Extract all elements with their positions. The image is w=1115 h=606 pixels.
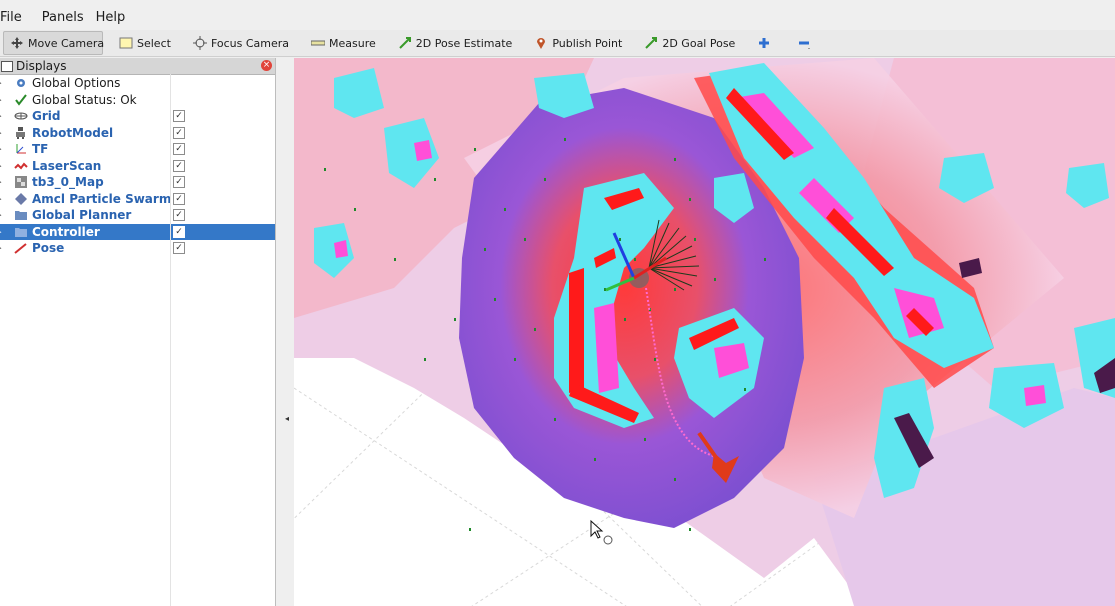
display-item-map[interactable]: ▸ tb3_0_Map ✓: [0, 174, 275, 191]
green-arrow-icon: [644, 36, 658, 50]
display-label: Global Planner: [32, 208, 132, 223]
expand-arrow-icon[interactable]: ▸: [0, 244, 6, 252]
expand-arrow-icon[interactable]: ▸: [0, 129, 6, 137]
tool-bar: Move Camera Select Focus Camera Measure …: [0, 30, 1115, 57]
display-item-global-planner[interactable]: ▸ Global Planner ✓: [0, 207, 275, 224]
display-checkbox[interactable]: ✓: [173, 192, 185, 205]
display-checkbox[interactable]: ✓: [173, 159, 185, 172]
axes-icon: [14, 143, 28, 155]
panel-splitter[interactable]: ◂: [276, 58, 294, 606]
display-checkbox[interactable]: ✓: [173, 143, 185, 155]
map-pin-icon: [534, 36, 548, 50]
expand-arrow-icon[interactable]: ▸: [0, 178, 6, 186]
display-label: RobotModel: [32, 125, 114, 140]
menu-panels[interactable]: Panels: [42, 10, 92, 25]
mouse-cursor-icon: [590, 519, 604, 539]
expand-arrow-icon[interactable]: ▸: [0, 211, 6, 219]
display-item-global-options[interactable]: ▸ Global Options: [0, 75, 275, 92]
robot-icon: [14, 126, 28, 139]
select-label: Select: [137, 36, 171, 50]
displays-tree: ▸ Global Options ▸ Global Status: Ok ▸ G…: [0, 75, 275, 257]
displays-panel: Displays × ▸ Global Options ▸ Global Sta…: [0, 58, 276, 606]
display-label: Amcl Particle Swarm: [32, 191, 172, 206]
goal-pose-label: 2D Goal Pose: [662, 36, 736, 50]
diamond-icon: [14, 192, 28, 205]
display-item-grid[interactable]: ▸ Grid ✓: [0, 108, 275, 125]
green-arrow-icon: [398, 36, 412, 50]
ruler-icon: [310, 36, 326, 50]
move-camera-button[interactable]: Move Camera: [3, 31, 105, 55]
select-icon: [119, 36, 133, 50]
close-icon[interactable]: ×: [261, 60, 272, 71]
display-item-robotmodel[interactable]: ▸ RobotModel ✓: [0, 125, 275, 142]
remove-tool-button[interactable]: [791, 32, 821, 54]
display-item-amcl-particle-swarm[interactable]: ▸ Amcl Particle Swarm ✓: [0, 191, 275, 208]
pose-arrow-icon: [14, 242, 28, 255]
display-label: Grid: [32, 109, 61, 124]
display-label: Controller: [32, 224, 100, 239]
pose-estimate-label: 2D Pose Estimate: [415, 36, 513, 50]
display-checkbox[interactable]: ✓: [173, 110, 185, 122]
plus-icon: [757, 36, 771, 50]
select-button[interactable]: Select: [113, 32, 177, 54]
add-tool-button[interactable]: [751, 32, 781, 54]
display-label: Global Options: [32, 76, 121, 91]
display-item-global-status[interactable]: ▸ Global Status: Ok: [0, 92, 275, 109]
move-camera-icon: [10, 36, 24, 50]
expand-arrow-icon[interactable]: ▸: [0, 96, 6, 104]
goal-pose-button[interactable]: 2D Goal Pose: [638, 32, 741, 54]
display-checkbox[interactable]: ✓: [173, 126, 185, 139]
monitor-icon: [1, 60, 13, 72]
expand-arrow-icon[interactable]: ▸: [0, 79, 6, 87]
gear-icon: [14, 77, 28, 89]
focus-camera-label: Focus Camera: [210, 36, 290, 50]
folder-icon: [14, 226, 28, 238]
expand-arrow-icon[interactable]: ▸: [0, 145, 6, 153]
display-label: LaserScan: [32, 158, 102, 173]
pose-estimate-button[interactable]: 2D Pose Estimate: [392, 32, 519, 54]
render-view[interactable]: [294, 58, 1115, 606]
costmap-canvas[interactable]: [294, 58, 1115, 606]
display-label: tb3_0_Map: [32, 175, 104, 190]
minus-icon: [797, 36, 811, 50]
menu-file[interactable]: File: [0, 10, 30, 25]
map-icon: [14, 176, 28, 189]
display-item-laserscan[interactable]: ▸ LaserScan ✓: [0, 158, 275, 175]
display-checkbox[interactable]: ✓: [173, 209, 185, 221]
display-item-tf[interactable]: ▸ TF ✓: [0, 141, 275, 158]
display-label: Pose: [32, 241, 65, 256]
displays-title: Displays: [16, 59, 67, 73]
folder-icon: [14, 209, 28, 221]
laser-icon: [14, 160, 28, 172]
measure-label: Measure: [329, 36, 376, 50]
expand-arrow-icon[interactable]: ▸: [0, 112, 6, 120]
menu-help[interactable]: Help: [96, 10, 134, 25]
menu-bar: File Panels Help: [0, 6, 1115, 28]
publish-point-label: Publish Point: [552, 36, 623, 50]
expand-arrow-icon[interactable]: ▸: [0, 195, 6, 203]
display-item-controller[interactable]: ▸ Controller ✓: [0, 223, 275, 240]
column-divider: [170, 74, 171, 606]
move-camera-label: Move Camera: [28, 36, 105, 50]
focus-point-icon: [603, 535, 613, 545]
displays-panel-header: Displays ×: [0, 58, 275, 75]
expand-arrow-icon[interactable]: ▸: [0, 162, 6, 170]
grid-icon: [14, 110, 28, 122]
display-item-pose[interactable]: ▸ Pose ✓: [0, 240, 275, 257]
display-checkbox[interactable]: ✓: [173, 225, 185, 238]
display-checkbox[interactable]: ✓: [173, 176, 185, 188]
measure-button[interactable]: Measure: [305, 32, 382, 54]
display-label: TF: [32, 142, 49, 157]
focus-camera-icon: [192, 36, 207, 50]
check-icon: [14, 94, 28, 106]
publish-point-button[interactable]: Publish Point: [528, 32, 628, 54]
expand-arrow-icon[interactable]: ▸: [0, 228, 6, 236]
display-checkbox[interactable]: ✓: [173, 242, 185, 254]
collapse-arrow-icon[interactable]: ◂: [285, 414, 289, 423]
focus-camera-button[interactable]: Focus Camera: [187, 32, 295, 54]
display-label: Global Status: Ok: [32, 92, 137, 107]
